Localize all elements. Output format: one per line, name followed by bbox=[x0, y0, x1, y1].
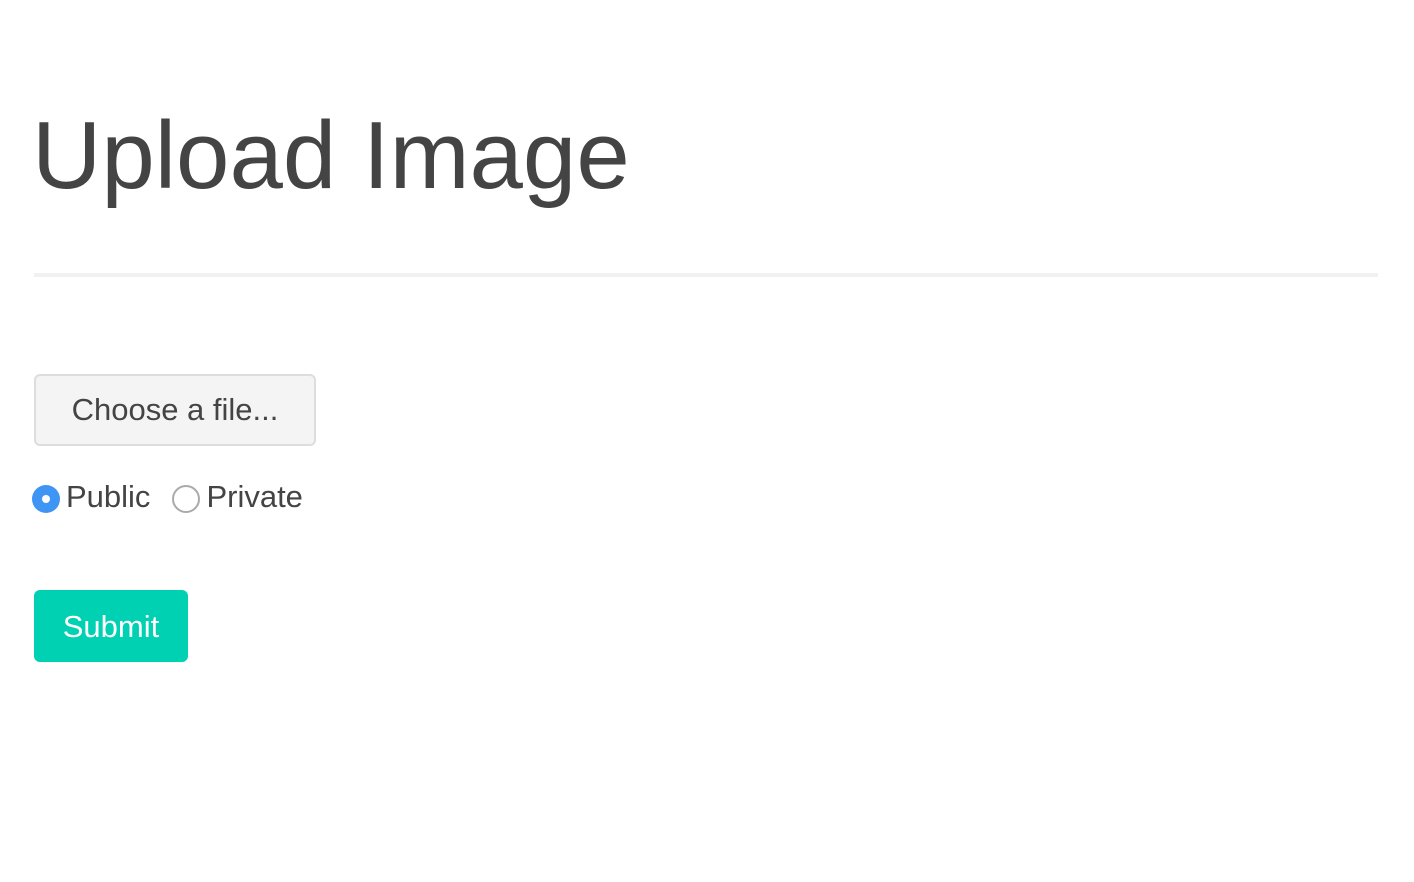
submit-button[interactable]: Submit bbox=[34, 590, 188, 662]
radio-option-public[interactable]: Public bbox=[32, 479, 150, 515]
radio-label-private: Private bbox=[206, 479, 303, 514]
visibility-radio-group: Public Private bbox=[32, 474, 303, 520]
radio-label-public: Public bbox=[66, 479, 151, 514]
page-title: Upload Image bbox=[32, 102, 630, 209]
title-divider bbox=[34, 273, 1378, 277]
choose-file-button[interactable]: Choose a file... bbox=[34, 374, 316, 446]
upload-page: Upload Image Choose a file... Public Pri… bbox=[0, 0, 1414, 882]
radio-option-private[interactable]: Private bbox=[172, 479, 303, 515]
radio-private-unchecked-icon[interactable] bbox=[172, 485, 201, 513]
radio-public-checked-icon[interactable] bbox=[32, 485, 60, 513]
